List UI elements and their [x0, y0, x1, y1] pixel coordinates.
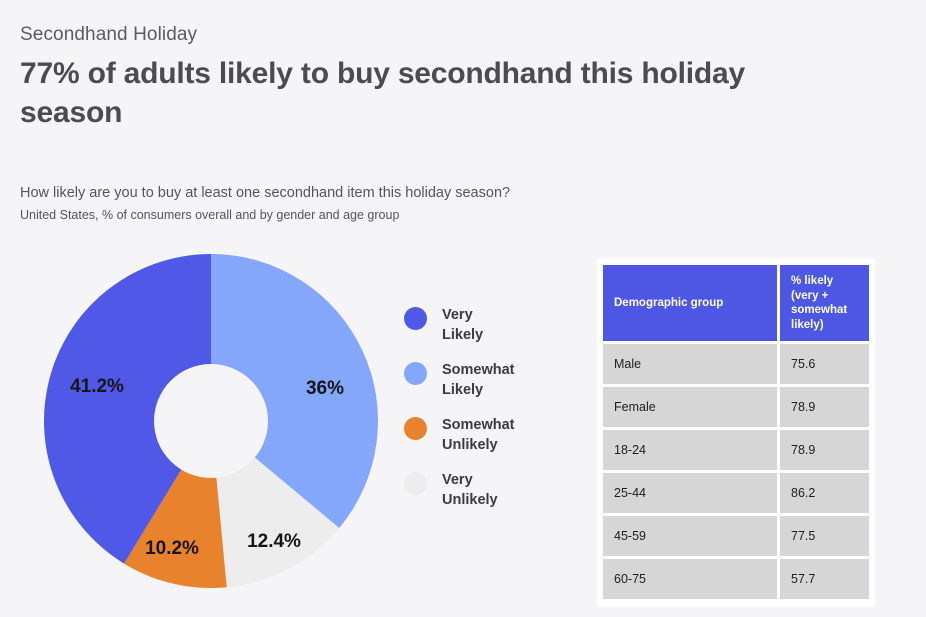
legend-item[interactable]: Somewhat Unlikely [404, 416, 564, 455]
table-header-pct-likely: % likely (very + somewhat likely) [780, 265, 869, 341]
legend-item-label: Very Unlikely [442, 472, 498, 508]
legend-item-label: Somewhat Unlikely [442, 417, 515, 453]
legend-item[interactable]: Somewhat Likely [404, 361, 564, 400]
table-cell-pct: 57.7 [780, 559, 869, 599]
source-note: United States, % of consumers overall an… [20, 208, 400, 222]
circle-swatch-icon [404, 307, 427, 330]
table-cell-group: 18-24 [603, 430, 777, 470]
legend-item-label: Somewhat Likely [442, 362, 515, 398]
table-row: 60-75 57.7 [603, 559, 869, 599]
table-row: Female 78.9 [603, 387, 869, 427]
donut-chart-svg: 36% 12.4% 10.2% 41.2% [44, 254, 378, 588]
page-title: 77% of adults likely to buy secondhand t… [20, 57, 745, 129]
table-body: Male 75.6 Female 78.9 18-24 78.9 25-44 86.2 45-5… [603, 344, 869, 599]
table-cell-group: 60-75 [603, 559, 777, 599]
circle-swatch-icon [404, 417, 427, 440]
donut-slice-value-label: 10.2% [145, 538, 199, 559]
table-cell-group: 45-59 [603, 516, 777, 556]
table-cell-group: 25-44 [603, 473, 777, 513]
survey-question: How likely are you to buy at least one s… [20, 185, 511, 201]
table-cell-pct: 75.6 [780, 344, 869, 384]
donut-hole [154, 364, 268, 478]
donut-slice-value-label: 12.4% [247, 531, 301, 552]
table-header-row: Demographic group % likely (very + somew… [603, 265, 869, 341]
donut-slice-value-label: 36% [306, 378, 344, 399]
legend-item[interactable]: Very Unlikely [404, 471, 564, 510]
table-row: Male 75.6 [603, 344, 869, 384]
page-header: Secondhand Holiday 77% of adults likely … [20, 22, 900, 152]
chart-legend: Very Likely Somewhat Likely Somewhat Unlik… [404, 306, 564, 526]
table-cell-group: Female [603, 387, 777, 427]
kicker-label: Secondhand Holiday [20, 24, 198, 45]
demographic-table: Demographic group % likely (very + somew… [600, 262, 872, 602]
donut-slice-value-label: 41.2% [70, 376, 124, 397]
circle-swatch-icon [404, 362, 427, 385]
table-header-demographic-group: Demographic group [603, 265, 777, 341]
table-row: 18-24 78.9 [603, 430, 869, 470]
donut-chart: 36% 12.4% 10.2% 41.2% [44, 254, 378, 588]
table-row: 25-44 86.2 [603, 473, 869, 513]
legend-item-label: Very Likely [442, 307, 484, 343]
demographic-table-card: Demographic group % likely (very + somew… [597, 258, 875, 607]
table-cell-pct: 77.5 [780, 516, 869, 556]
question-block: How likely are you to buy at least one s… [20, 183, 510, 224]
legend-item[interactable]: Very Likely [404, 306, 564, 345]
table-row: 45-59 77.5 [603, 516, 869, 556]
table-cell-group: Male [603, 344, 777, 384]
circle-swatch-icon [404, 472, 427, 495]
table-cell-pct: 78.9 [780, 387, 869, 427]
table-head: Demographic group % likely (very + somew… [603, 265, 869, 341]
donut-chart-area: 36% 12.4% 10.2% 41.2% Very Likely Somewhat L… [0, 248, 580, 608]
table-cell-pct: 86.2 [780, 473, 869, 513]
table-cell-pct: 78.9 [780, 430, 869, 470]
